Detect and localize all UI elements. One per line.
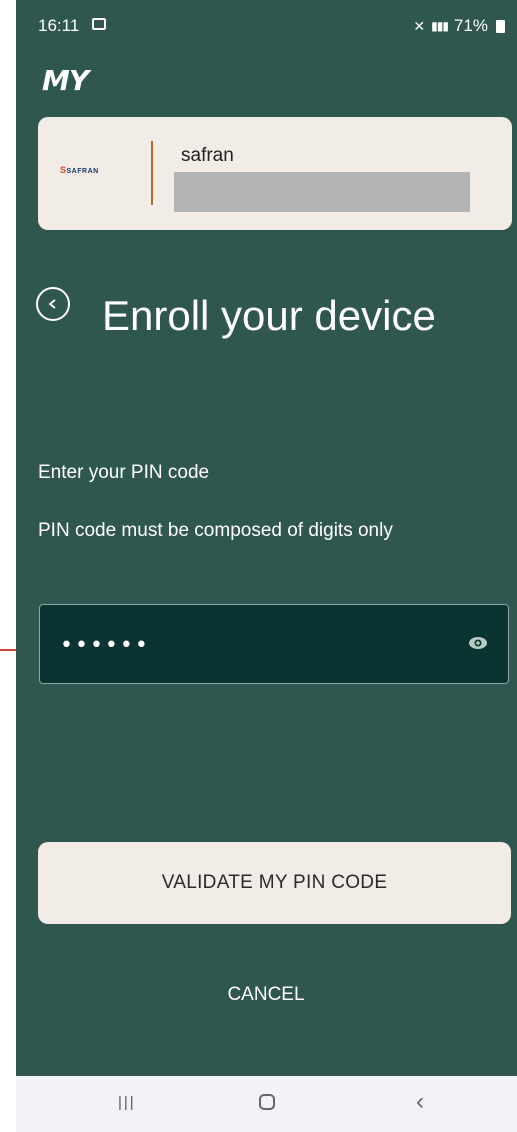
phone-screen: 16:11 ✕ ▮▮▮ 71% MY SSAFRAN safran Enroll… <box>16 0 517 1132</box>
home-icon[interactable] <box>259 1094 275 1110</box>
pin-code-field[interactable] <box>39 604 509 684</box>
safran-logo: SSAFRAN <box>60 165 99 175</box>
status-bar: 16:11 ✕ ▮▮▮ 71% <box>16 0 517 48</box>
org-divider <box>151 141 153 205</box>
chevron-left-icon[interactable]: ‹ <box>416 1088 424 1116</box>
system-nav-bar: ||| ‹ <box>16 1076 517 1132</box>
instruction-text: Enter your PIN code <box>38 462 210 483</box>
recent-apps-icon[interactable]: ||| <box>118 1094 136 1111</box>
battery-level: 71% <box>453 16 488 35</box>
signal-icon: ▮▮▮ <box>431 19 449 33</box>
status-indicators: ✕ ▮▮▮ 71% <box>413 16 505 36</box>
page-title: Enroll your device <box>102 292 436 339</box>
app-logo: MY <box>42 64 89 97</box>
pin-code-input[interactable] <box>58 629 462 661</box>
safran-logo-text: SAFRAN <box>66 168 99 175</box>
validate-pin-button[interactable]: VALIDATE MY PIN CODE <box>38 842 511 924</box>
redacted-field <box>174 172 470 212</box>
eye-icon[interactable] <box>468 633 488 653</box>
battery-icon <box>496 19 505 33</box>
pin-hint-text: PIN code must be composed of digits only <box>38 520 393 541</box>
gallery-notification-icon <box>92 18 106 30</box>
arrow-left-circle-icon <box>48 299 56 309</box>
org-name: safran <box>181 145 234 166</box>
status-time: 16:11 <box>38 16 80 35</box>
back-button[interactable] <box>36 287 70 321</box>
cancel-button[interactable]: CANCEL <box>166 980 366 1010</box>
mute-icon: ✕ <box>413 17 426 34</box>
organization-card: SSAFRAN safran <box>38 117 512 230</box>
